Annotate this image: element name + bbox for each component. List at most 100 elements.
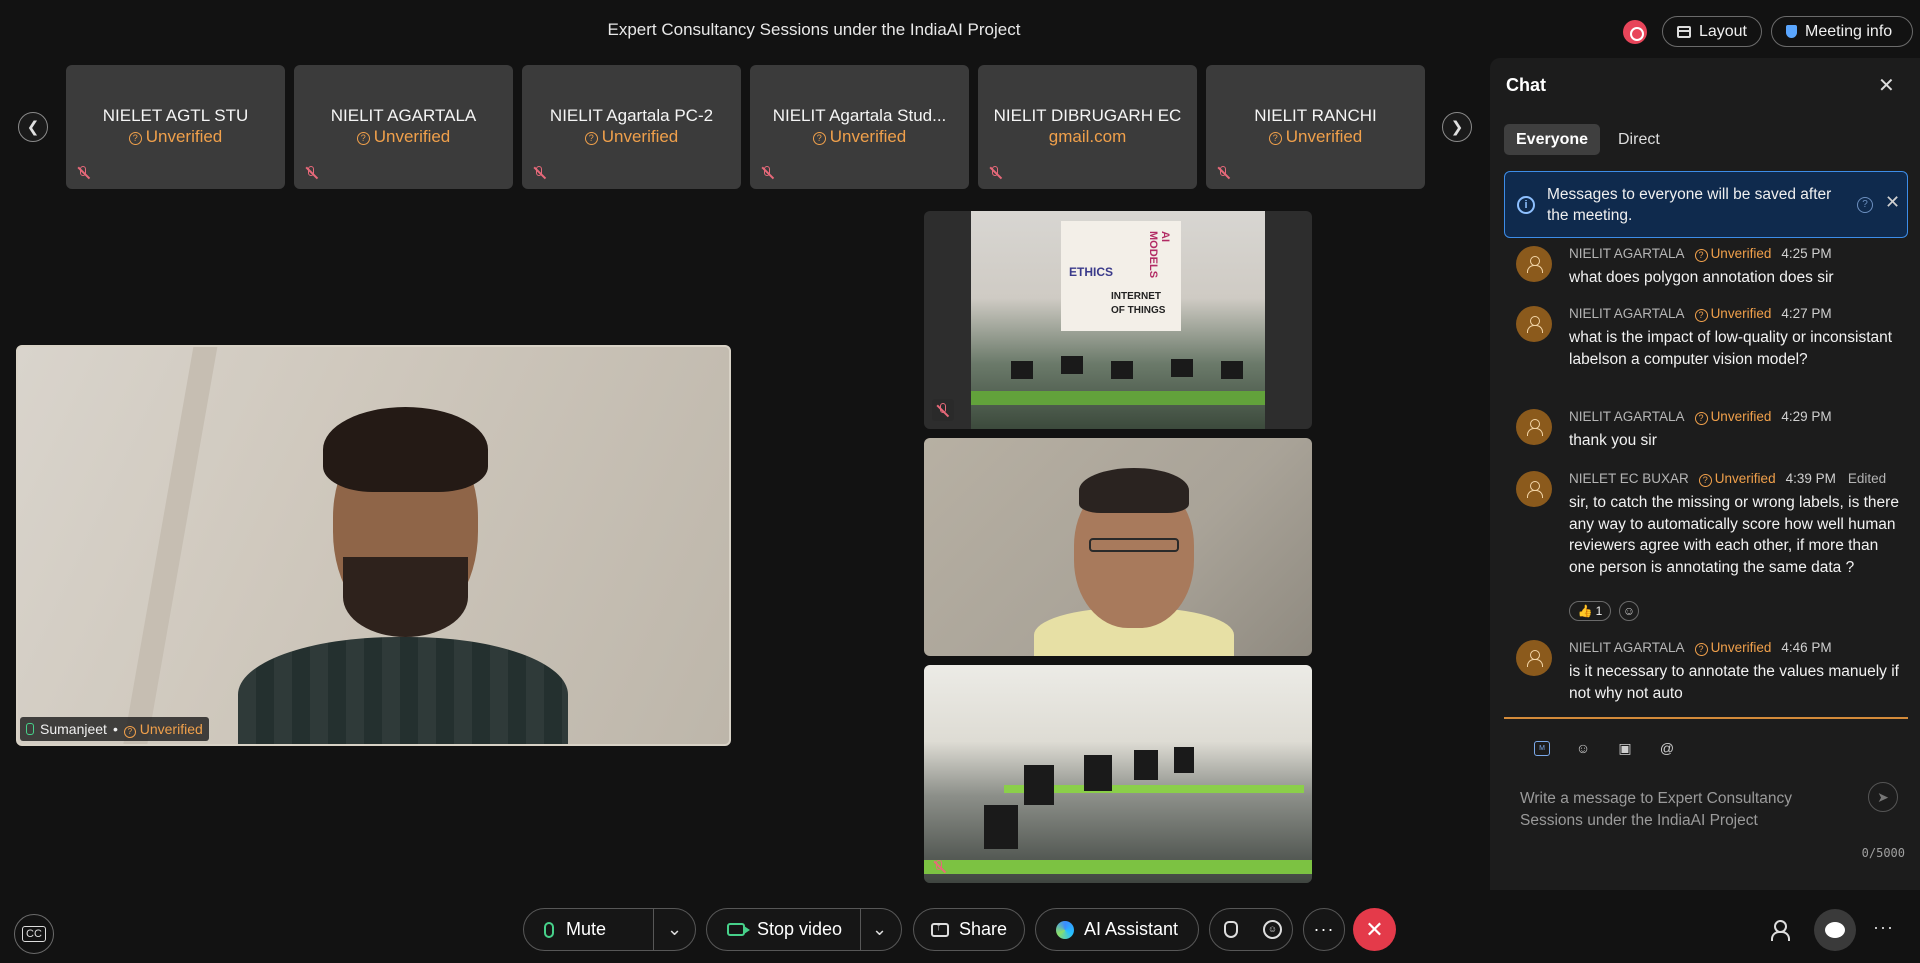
message-time: 4:29 PM [1781,409,1832,424]
user-icon [1527,650,1543,667]
sender-status: Unverified [1710,246,1772,261]
filmstrip-prev-button[interactable]: ❮ [18,112,48,142]
message-sender: NIELIT AGARTALA [1569,246,1685,261]
participant-video[interactable] [924,665,1312,883]
raise-hand-icon[interactable] [1224,921,1238,938]
user-icon [1527,256,1543,273]
leave-meeting-button[interactable]: ✕ [1353,908,1396,951]
share-button[interactable]: Share [913,908,1025,951]
tab-everyone[interactable]: Everyone [1504,124,1601,155]
mic-muted-icon [988,165,1003,181]
participants-icon[interactable] [1771,918,1795,942]
camera-icon [727,923,750,936]
participant-video[interactable]: ETHICS INTERNET OF THINGS AI MODELS [924,211,1312,429]
participant-name: NIELIT AGARTALA [330,106,477,125]
mute-button[interactable]: Mute [524,909,606,950]
send-icon[interactable]: ➤ [1868,782,1898,812]
captions-button[interactable]: CC [14,914,54,954]
chat-message: NIELIT AGARTALA? Unverified 4:25 PM what d… [1506,246,1906,294]
filmstrip-next-button[interactable]: ❯ [1442,112,1472,142]
layout-button[interactable]: Layout [1662,16,1762,47]
sender-status: Unverified [1710,306,1772,321]
ai-assistant-icon [1055,920,1074,939]
message-header: NIELIT AGARTALA? Unverified 4:46 PM [1569,640,1832,656]
name-separator: • [112,721,118,737]
participant-tile[interactable]: NIELIT Agartala Stud... ? Unverified [750,65,969,189]
character-counter: 0/5000 [1861,846,1905,860]
participant-status: ? Unverified [294,127,513,147]
markdown-format-icon[interactable]: M [1534,741,1550,756]
wall-background [122,347,218,744]
reactions-icon[interactable]: ☺ [1263,920,1282,939]
reaction-count: 1 [1595,604,1603,618]
message-time: 4:25 PM [1781,246,1832,261]
close-icon[interactable]: ✕ [1885,192,1900,213]
user-icon [1527,481,1543,498]
stop-video-label: Stop video [757,919,843,939]
question-icon: ? [1268,132,1282,145]
stop-video-button[interactable]: Stop video [707,909,842,950]
message-text: is it necessary to annotate the values m… [1569,663,1899,702]
avatar [1516,306,1552,342]
top-bar: Expert Consultancy Sessions under the In… [0,0,1920,62]
message-time: 4:46 PM [1781,640,1832,655]
gif-icon[interactable]: ▣ [1615,738,1635,758]
tab-direct[interactable]: Direct [1606,124,1672,155]
ai-poster: ETHICS INTERNET OF THINGS AI MODELS [1061,221,1181,331]
mention-icon[interactable]: @ [1657,738,1677,758]
message-sender: NIELIT AGARTALA [1569,640,1685,655]
message-header: NIELIT AGARTALA? Unverified 4:29 PM [1569,409,1832,425]
layout-label: Layout [1698,22,1747,40]
chat-toggle-icon[interactable] [1814,909,1856,951]
message-header: NIELIT AGARTALA? Unverified 4:27 PM [1569,306,1832,322]
more-options-icon[interactable]: ··· [1873,917,1894,938]
participant-status: ? Unverified [66,127,285,147]
meeting-title: Expert Consultancy Sessions under the In… [607,20,1021,39]
question-icon: ? [1694,643,1708,656]
speaker-name: Sumanjeet [40,721,107,737]
chevron-left-icon: ❮ [26,119,40,136]
question-icon: ? [123,725,136,738]
layout-icon [1677,25,1691,38]
speaker-name-tag: Sumanjeet • ? Unverified [20,717,209,741]
participant-status: ? Unverified [750,127,969,147]
message-header: NIELIT AGARTALA? Unverified 4:25 PM [1569,246,1832,262]
chevron-down-icon[interactable]: ⌄ [667,919,682,940]
ai-assistant-button[interactable]: AI Assistant [1035,908,1199,951]
mute-control: Mute ⌄ [523,908,696,951]
question-icon: ? [128,132,142,145]
question-icon: ? [356,132,370,145]
meeting-info-button[interactable]: Meeting info [1771,16,1913,47]
add-reaction-icon[interactable]: ☺ [1619,601,1639,621]
participant-tile[interactable]: NIELIT RANCHI ? Unverified [1206,65,1425,189]
mic-muted-icon [932,859,947,875]
more-options-button[interactable]: ··· [1303,908,1345,951]
avatar [1516,409,1552,445]
participant-tile[interactable]: NIELIT DIBRUGARH EC gmail.com [978,65,1197,189]
emoji-icon[interactable]: ☺ [1573,738,1593,758]
participant-tile[interactable]: NIELET AGTL STU ? Unverified [66,65,285,189]
chevron-down-icon[interactable]: ⌄ [872,919,887,940]
close-icon[interactable]: ✕ [1878,73,1895,98]
reaction-thumbs-up[interactable]: 👍 1 [1569,601,1611,621]
cc-icon: CC [22,926,46,942]
share-screen-icon [930,921,949,937]
participant-video[interactable] [924,438,1312,656]
participant-tile[interactable]: NIELIT AGARTALA ? Unverified [294,65,513,189]
main-speaker-video[interactable] [16,345,731,746]
message-header: NIELET EC BUXAR? Unverified 4:39 PM Edited [1569,471,1886,487]
message-text: what does polygon annotation does sir [1569,269,1834,286]
message-input[interactable]: Write a message to Expert Consultancy Se… [1520,788,1820,832]
chat-message: NIELIT AGARTALA? Unverified 4:46 PM is it … [1506,640,1906,710]
help-icon[interactable]: ? [1857,197,1873,213]
mute-label: Mute [566,919,607,939]
mic-active-icon [26,723,34,735]
participant-email-domain: gmail.com [1048,127,1127,146]
participant-name: NIELIT DIBRUGARH EC [993,106,1182,125]
chat-message: NIELIT AGARTALA? Unverified 4:29 PM thank … [1506,409,1906,457]
chat-message: NIELET EC BUXAR? Unverified 4:39 PM Edited … [1506,471,1906,626]
user-icon [1527,419,1543,436]
recording-icon[interactable] [1623,20,1647,44]
thumbs-up-icon: 👍 [1577,604,1593,618]
participant-tile[interactable]: NIELIT Agartala PC-2 ? Unverified [522,65,741,189]
